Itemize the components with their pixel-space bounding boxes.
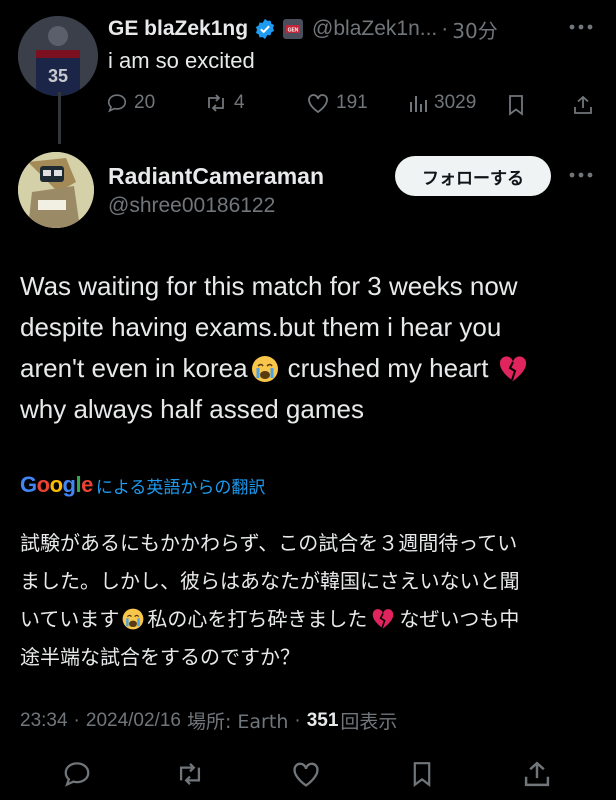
post-text-line: crushed my heart [287, 353, 489, 383]
reply-icon[interactable] [62, 759, 92, 789]
reply-button[interactable]: 20 [106, 92, 155, 114]
verified-icon [254, 18, 276, 40]
translation-line: なぜいつも中 [399, 607, 520, 631]
like-icon[interactable] [290, 760, 322, 788]
post-date[interactable]: 2024/02/16 [86, 710, 181, 732]
broken-heart-emoji-icon [371, 608, 395, 630]
parent-avatar[interactable]: 35 [18, 16, 98, 96]
google-logo: Google [20, 472, 93, 497]
repost-icon[interactable] [174, 760, 206, 788]
reply-icon [106, 92, 128, 114]
parent-text: i am so excited [108, 48, 255, 73]
translation-header[interactable]: Google による英語からの翻訳 [20, 472, 265, 498]
post-location: 場所: Earth [186, 711, 289, 733]
bookmark-icon[interactable] [506, 94, 526, 116]
views-icon [408, 92, 428, 114]
views-label: 回表示 [340, 711, 398, 733]
post-text-line: why always half assed games [20, 394, 364, 424]
repost-icon [204, 92, 228, 114]
views-button[interactable]: 3029 [408, 92, 476, 114]
translation-line: ました。しかし、彼らはあなたが韓国にさえいないと聞 [20, 569, 520, 593]
main-post-text: Was waiting for this match for 3 weeks n… [20, 266, 600, 430]
post-text-line: despite having exams.but them i hear you [20, 312, 502, 342]
like-icon [306, 92, 330, 114]
crying-face-emoji-icon [121, 607, 145, 631]
crying-face-emoji-icon [250, 354, 280, 384]
like-button[interactable]: 191 [306, 92, 368, 114]
translation-label[interactable]: による英語からの翻訳 [96, 473, 266, 498]
main-handle[interactable]: @shree00186122 [108, 194, 275, 218]
more-icon[interactable] [568, 22, 594, 32]
svg-text:GEN: GEN [288, 28, 299, 34]
bookmark-icon[interactable] [410, 759, 434, 789]
translation-line: 試験があるにもかかわらず、この試合を３週間待ってい [20, 531, 518, 555]
like-count: 191 [336, 92, 368, 113]
affiliate-badge-icon[interactable]: GEN [282, 18, 304, 40]
main-avatar[interactable] [18, 152, 94, 228]
share-icon[interactable] [572, 94, 594, 116]
translation-line: いています [20, 607, 120, 631]
parent-handle[interactable]: @blaZek1n... [312, 17, 437, 41]
broken-heart-emoji-icon [498, 355, 528, 383]
follow-button[interactable]: フォローする [395, 156, 551, 196]
post-text-line: aren't even in korea [20, 353, 248, 383]
meta-separator: · [294, 709, 301, 731]
meta-separator: · [73, 709, 80, 731]
views-count: 3029 [434, 92, 477, 113]
repost-count: 4 [234, 92, 245, 113]
views-count[interactable]: 351 [307, 710, 339, 732]
post-time[interactable]: 23:34 [20, 710, 68, 732]
translation-line: 途半端な試合をするのですか？ [20, 645, 300, 669]
main-more-icon[interactable] [568, 170, 594, 180]
thread-line [58, 92, 61, 144]
jersey-number: 35 [48, 66, 68, 86]
separator: · [441, 17, 449, 40]
translation-line: 私の心を打ち砕きました [147, 607, 368, 631]
post-text-line: Was waiting for this match for 3 weeks n… [20, 271, 518, 301]
share-icon[interactable] [522, 759, 552, 789]
parent-display-name[interactable]: GE blaZek1ng [108, 17, 248, 41]
repost-button[interactable]: 4 [204, 92, 245, 114]
reply-count: 20 [134, 92, 156, 113]
translated-text: 試験があるにもかかわらず、この試合を３週間待ってい ました。しかし、彼らはあなた… [20, 524, 604, 676]
parent-time[interactable]: 30分 [452, 15, 497, 44]
main-display-name[interactable]: RadiantCameraman [108, 163, 324, 190]
post-meta: 23:34 · 2024/02/16 場所: Earth · 351 回表示 [20, 707, 397, 734]
